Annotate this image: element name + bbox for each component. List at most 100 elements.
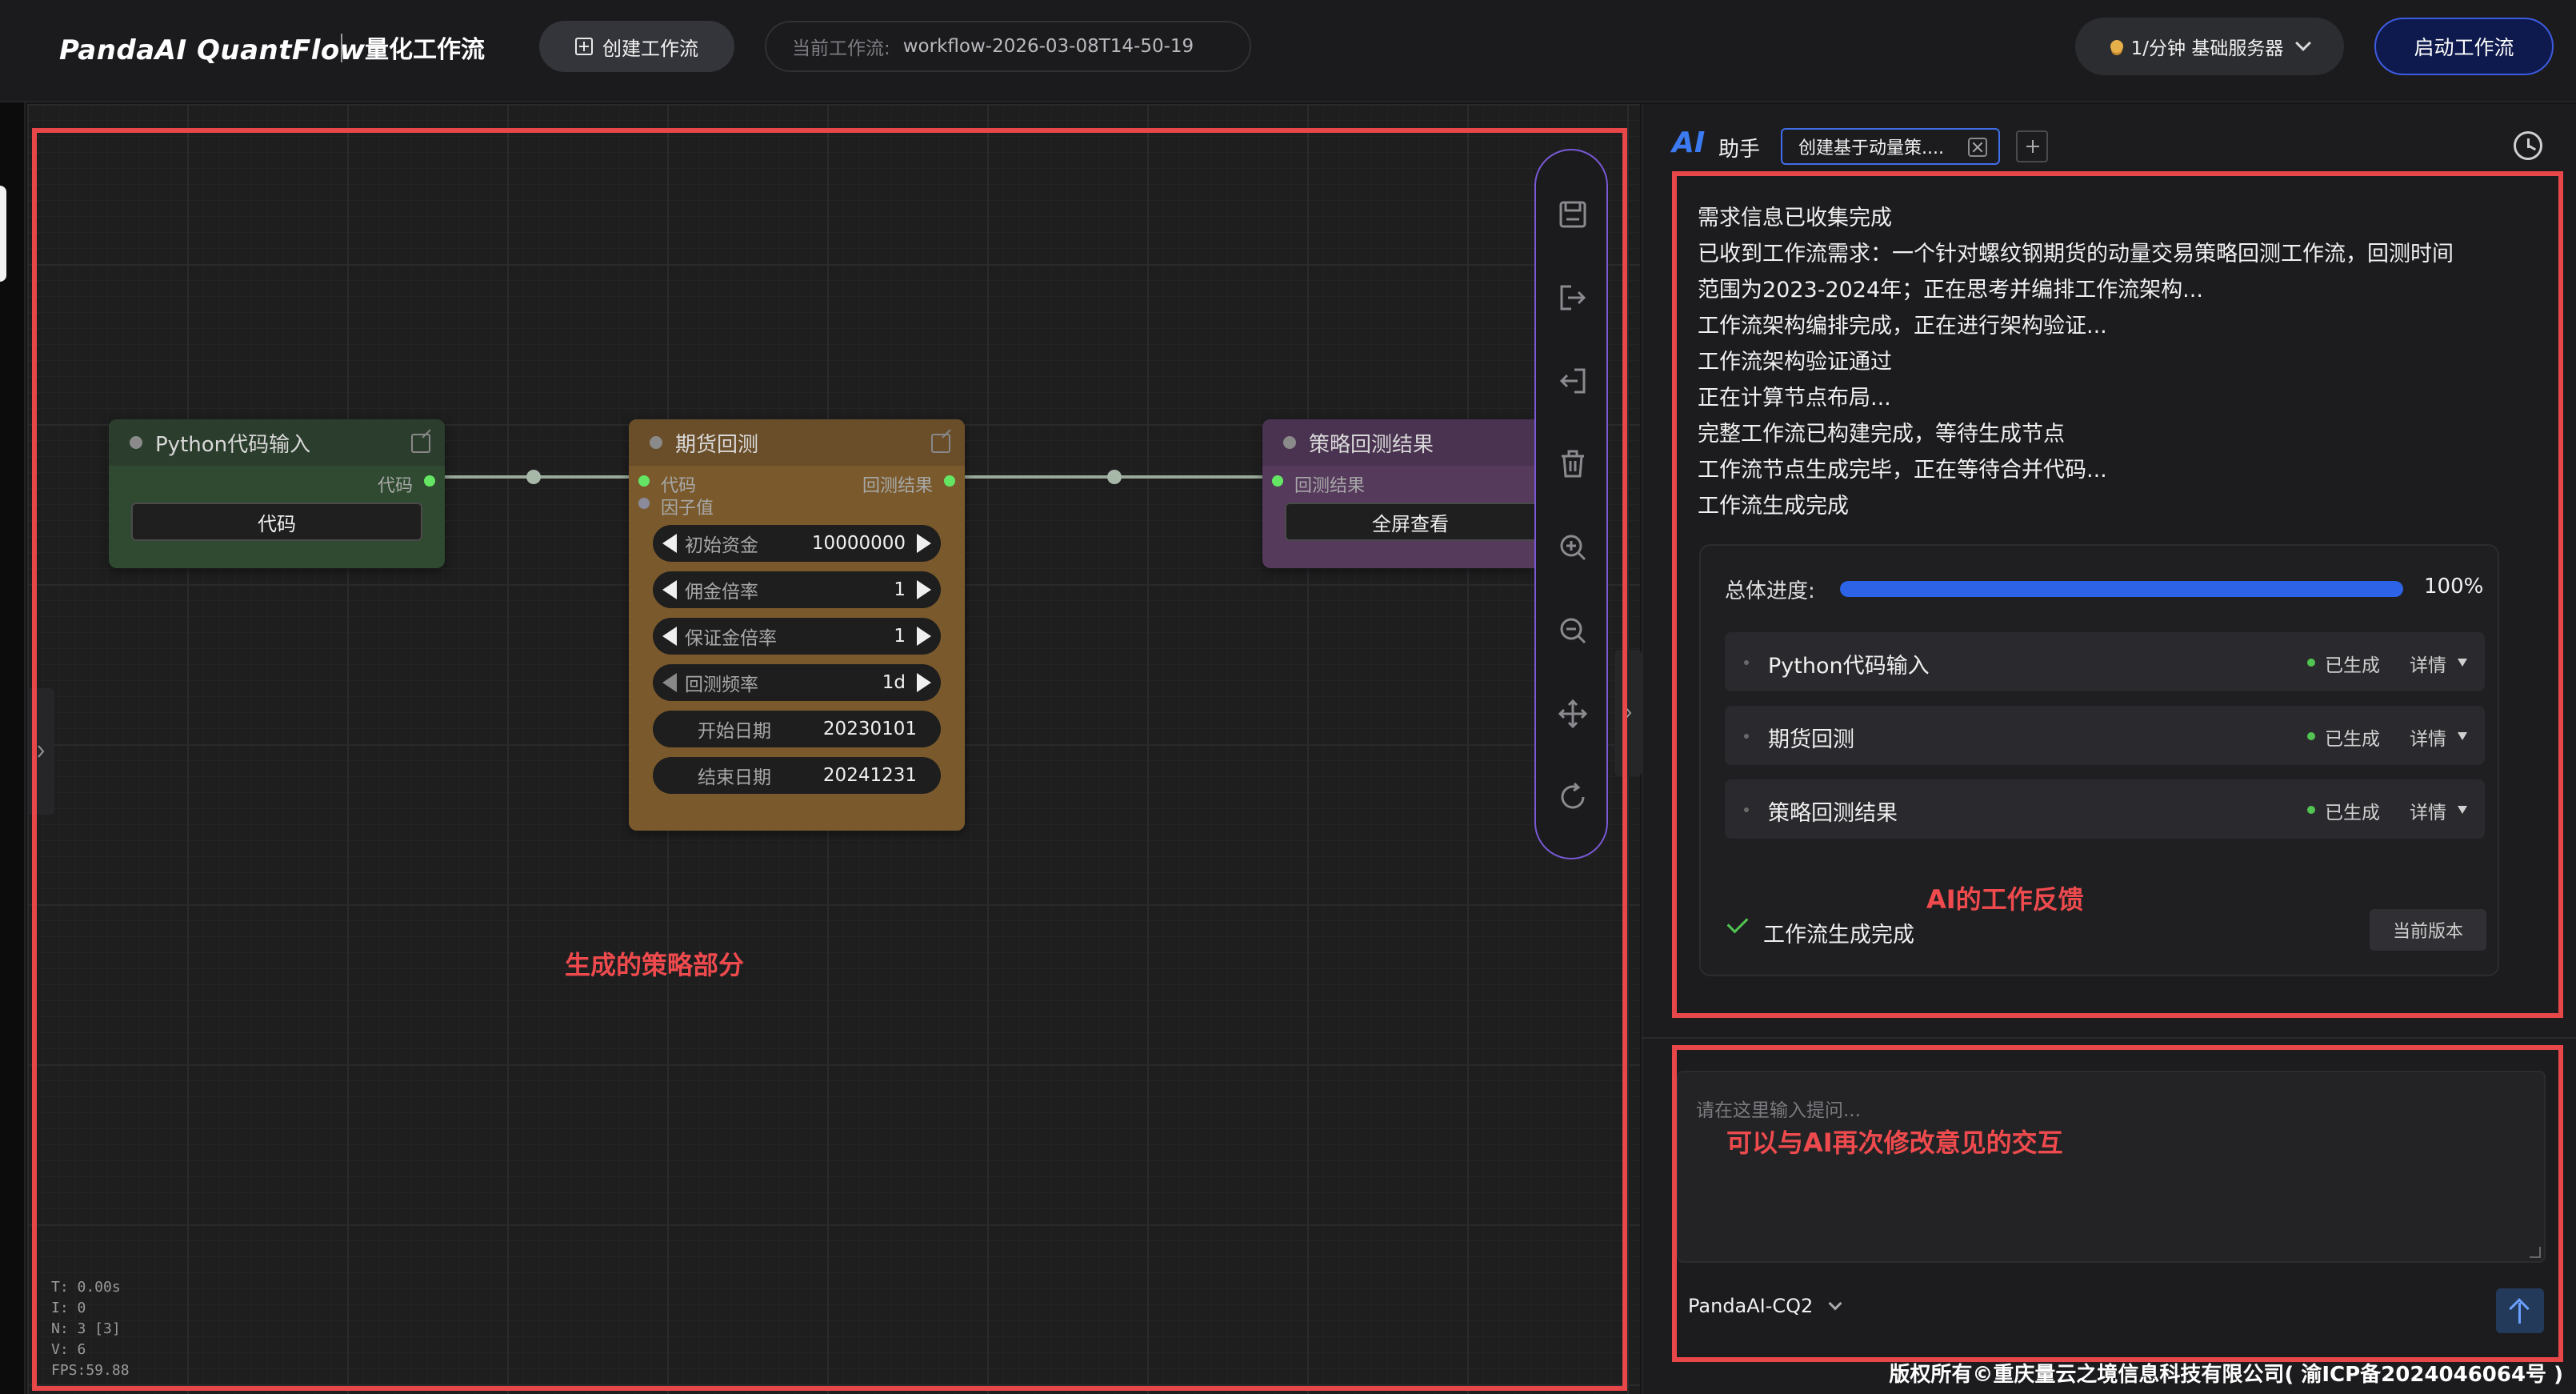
- code-field-button[interactable]: 代码: [131, 503, 422, 541]
- server-select-button[interactable]: 1/分钟 基础服务器: [2075, 18, 2344, 75]
- model-select[interactable]: PandaAI-CQ2: [1688, 1295, 1842, 1317]
- input-port[interactable]: [1272, 475, 1283, 487]
- stat-time: T: 0.00s: [51, 1279, 121, 1296]
- resize-grip-icon[interactable]: [2530, 1247, 2541, 1258]
- zoom-in-icon[interactable]: [1557, 531, 1589, 563]
- prompt-input-container: [1677, 1071, 2546, 1263]
- node-title: 期货回测: [675, 432, 759, 457]
- step-status: 已生成: [2325, 803, 2380, 823]
- progress-bar: [1840, 581, 2403, 597]
- history-clock-icon[interactable]: [2514, 131, 2542, 160]
- increment-arrow-icon[interactable]: [917, 534, 931, 553]
- move-icon[interactable]: [1557, 698, 1589, 730]
- decrement-arrow-icon[interactable]: [662, 673, 677, 692]
- increment-arrow-icon[interactable]: [917, 627, 931, 646]
- wire-midpoint[interactable]: [526, 470, 541, 484]
- annotation-label-feedback: AI的工作反馈: [1926, 884, 2084, 915]
- status-dot-icon: [2307, 732, 2315, 740]
- message-line: 工作流节点生成完毕，正在等待合并代码...: [1698, 458, 2107, 483]
- input-port-code[interactable]: [638, 475, 650, 487]
- step-detail-toggle[interactable]: 详情: [2410, 797, 2446, 824]
- node-header[interactable]: 期货回测: [629, 419, 965, 466]
- chevron-down-icon: [1828, 1296, 1842, 1311]
- annotation-label-strategy: 生成的策略部分: [565, 950, 745, 980]
- step-bullet: [1744, 734, 1749, 739]
- status-dot-icon: [2307, 806, 2315, 814]
- wire-midpoint[interactable]: [1107, 470, 1122, 484]
- chat-session-tab[interactable]: 创建基于动量策....: [1781, 128, 2000, 165]
- stat-i: I: 0: [51, 1300, 86, 1316]
- caret-down-icon[interactable]: [2458, 732, 2467, 740]
- stat-fps: FPS:59.88: [51, 1362, 130, 1379]
- left-panel-toggle[interactable]: [27, 688, 54, 815]
- param-start-date[interactable]: 开始日期 20230101: [653, 711, 941, 747]
- futures-backtest-node[interactable]: 期货回测 代码 回测结果 因子值 初始资金 10000000 佣金倍率 1 保证…: [629, 419, 965, 831]
- param-value: 1d: [882, 672, 906, 693]
- param-value: 1: [894, 579, 906, 600]
- create-workflow-button[interactable]: 创建工作流: [539, 21, 734, 72]
- output-port[interactable]: [944, 475, 955, 487]
- param-commission-multiplier[interactable]: 佣金倍率 1: [653, 571, 941, 608]
- caret-down-icon[interactable]: [2458, 806, 2467, 814]
- increment-arrow-icon[interactable]: [917, 673, 931, 692]
- chat-session-tab-label: 创建基于动量策....: [1798, 138, 1944, 158]
- chevron-down-icon: [2295, 35, 2312, 51]
- import-icon[interactable]: [1557, 365, 1589, 397]
- node-status-dot: [1283, 436, 1296, 449]
- output-slot-row: 代码: [109, 466, 445, 496]
- increment-arrow-icon[interactable]: [917, 580, 931, 599]
- fullscreen-view-button[interactable]: 全屏查看: [1285, 503, 1534, 541]
- export-icon[interactable]: [1557, 282, 1589, 314]
- param-margin-multiplier[interactable]: 保证金倍率 1: [653, 618, 941, 655]
- step-name: 期货回测: [1768, 727, 1854, 752]
- input-slot-label: 回测结果: [1294, 476, 1366, 496]
- edit-icon[interactable]: [411, 434, 430, 453]
- brand-subtitle: 量化工作流: [365, 36, 485, 64]
- stat-v: V: 6: [51, 1341, 86, 1358]
- progress-label: 总体进度:: [1725, 579, 1815, 603]
- trash-icon[interactable]: [1557, 448, 1589, 480]
- port-row: 因子值: [629, 491, 965, 519]
- step-detail-toggle[interactable]: 详情: [2410, 650, 2446, 677]
- edit-icon[interactable]: [931, 434, 950, 453]
- save-icon[interactable]: [1557, 198, 1589, 230]
- output-port[interactable]: [424, 475, 435, 487]
- chevron-right-icon: [38, 745, 45, 758]
- decrement-arrow-icon[interactable]: [662, 580, 677, 599]
- decrement-arrow-icon[interactable]: [662, 627, 677, 646]
- prompt-input[interactable]: [1678, 1072, 2544, 1261]
- server-select-label: 1/分钟 基础服务器: [2130, 38, 2284, 59]
- current-workflow-display: 当前工作流: workflow-2026-03-08T14-50-19: [765, 21, 1251, 72]
- input-port-factor[interactable]: [638, 498, 650, 509]
- node-header[interactable]: 策略回测结果: [1262, 419, 1534, 466]
- param-label: 开始日期: [698, 721, 771, 742]
- right-panel-toggle[interactable]: [1614, 650, 1642, 776]
- decrement-arrow-icon[interactable]: [662, 534, 677, 553]
- param-end-date[interactable]: 结束日期 20241231: [653, 757, 941, 794]
- node-header[interactable]: Python代码输入: [109, 419, 445, 466]
- param-label: 佣金倍率: [685, 582, 758, 603]
- model-select-value: PandaAI-CQ2: [1688, 1295, 1814, 1317]
- caret-down-icon[interactable]: [2458, 659, 2467, 667]
- current-version-button[interactable]: 当前版本: [2370, 909, 2486, 951]
- refresh-icon[interactable]: [1557, 781, 1589, 813]
- close-icon[interactable]: [1968, 138, 1987, 157]
- stat-nodes: N: 3 [3]: [51, 1320, 121, 1337]
- input-slot-label: 因子值: [661, 499, 714, 519]
- node-title: Python代码输入: [155, 432, 311, 457]
- python-code-node[interactable]: Python代码输入 代码 代码: [109, 419, 445, 568]
- strategy-result-node[interactable]: 策略回测结果 回测结果 全屏查看: [1262, 419, 1534, 568]
- param-backtest-frequency[interactable]: 回测频率 1d: [653, 664, 941, 701]
- send-button[interactable]: [2496, 1288, 2544, 1333]
- step-detail-toggle[interactable]: 详情: [2410, 723, 2446, 751]
- start-workflow-button[interactable]: 启动工作流: [2374, 18, 2554, 75]
- param-value: 10000000: [811, 533, 906, 554]
- zoom-out-icon[interactable]: [1557, 615, 1589, 647]
- node-title: 策略回测结果: [1309, 432, 1434, 457]
- left-rail-indicator[interactable]: [0, 186, 6, 282]
- new-chat-button[interactable]: [2016, 130, 2048, 162]
- plus-square-icon: [575, 38, 593, 55]
- step-status: 已生成: [2325, 729, 2380, 750]
- param-initial-capital[interactable]: 初始资金 10000000: [653, 525, 941, 562]
- current-workflow-key: 当前工作流:: [792, 38, 890, 59]
